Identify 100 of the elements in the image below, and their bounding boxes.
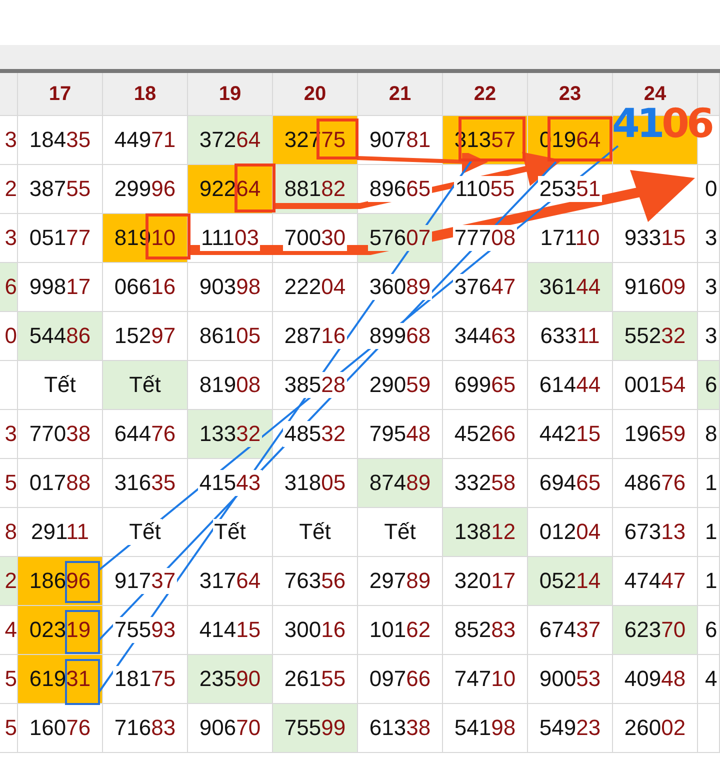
cell-digit: 5 xyxy=(4,666,17,692)
cell-digit: 0 xyxy=(4,323,17,349)
table-cell: 48676 xyxy=(613,459,698,508)
table-cell: 36144 xyxy=(528,263,613,312)
cell-digit: 8 xyxy=(4,519,17,545)
table-cell: 44215 xyxy=(528,410,613,459)
marker-frame xyxy=(65,610,100,654)
cell-digit: 2 xyxy=(4,176,17,202)
column-header: 20 xyxy=(273,73,358,116)
marker-frame xyxy=(234,164,276,212)
table-cell: 61338 xyxy=(358,704,443,753)
table-cell: 75593 xyxy=(103,606,188,655)
table-cell: 67437 xyxy=(528,606,613,655)
cell-digit: 2 xyxy=(4,568,17,594)
table-cell: 18696 xyxy=(18,557,103,606)
cell-digit: 6 xyxy=(704,617,718,643)
marker-frame xyxy=(65,561,100,603)
column-header: 17 xyxy=(18,73,103,116)
cell-digit: 3 xyxy=(4,127,17,153)
table-cell: 86105 xyxy=(188,312,273,361)
cell-digit: 8 xyxy=(704,421,718,447)
cell-digit: 0 xyxy=(704,176,718,202)
table-cell: 13332 xyxy=(188,410,273,459)
table-cell: 34463 xyxy=(443,312,528,361)
table-cell: 06616 xyxy=(103,263,188,312)
table-cell: Tết xyxy=(18,361,103,410)
cell-digit: 3 xyxy=(704,323,718,349)
table-cell: 79548 xyxy=(358,410,443,459)
cell-digit: 6 xyxy=(4,274,17,300)
table-cell: Tết xyxy=(103,361,188,410)
cell-digit: 1 xyxy=(704,519,718,545)
table-cell: 85283 xyxy=(443,606,528,655)
cell-digit: 3 xyxy=(704,274,718,300)
table-cell: 16076 xyxy=(18,704,103,753)
table-cell: 76356 xyxy=(273,557,358,606)
table-cell: 81908 xyxy=(188,361,273,410)
table-cell: 63311 xyxy=(528,312,613,361)
table-cell: 05214 xyxy=(528,557,613,606)
table-cell: 05177 xyxy=(18,214,103,263)
column-header: 22 xyxy=(443,73,528,116)
table-cell: 02319 xyxy=(18,606,103,655)
table-cell: 47447 xyxy=(613,557,698,606)
table-cell: 69465 xyxy=(528,459,613,508)
column-header: 19 xyxy=(188,73,273,116)
table-cell: 28716 xyxy=(273,312,358,361)
table-cell: 48532 xyxy=(273,410,358,459)
table-cell: 92264 xyxy=(188,165,273,214)
table-cell: 29059 xyxy=(358,361,443,410)
cell-digit: 1 xyxy=(704,470,718,496)
table-cell: 32017 xyxy=(443,557,528,606)
table-cell: 64476 xyxy=(103,410,188,459)
column-header: 23 xyxy=(528,73,613,116)
cell-digit: 1 xyxy=(704,568,718,594)
table-cell: 37647 xyxy=(443,263,528,312)
table-cell: 61931 xyxy=(18,655,103,704)
table-cell: 26002 xyxy=(613,704,698,753)
table-cell: 91609 xyxy=(613,263,698,312)
table-cell: 38755 xyxy=(18,165,103,214)
table-cell: 55232 xyxy=(613,312,698,361)
table-cell: 61444 xyxy=(528,361,613,410)
table-cell: 74710 xyxy=(443,655,528,704)
table-cell: 17110 xyxy=(528,214,613,263)
table-cell: Tết xyxy=(273,508,358,557)
table-cell: 01204 xyxy=(528,508,613,557)
table-cell: 67313 xyxy=(613,508,698,557)
table-cell: Tết xyxy=(188,508,273,557)
table-cell: 29789 xyxy=(358,557,443,606)
table-cell: 41415 xyxy=(188,606,273,655)
column-header: 18 xyxy=(103,73,188,116)
table-cell: 31764 xyxy=(188,557,273,606)
table-cell: 36089 xyxy=(358,263,443,312)
cell-digit: 5 xyxy=(4,715,17,741)
table-cell: 19659 xyxy=(613,410,698,459)
table-cell: 87489 xyxy=(358,459,443,508)
table-cell: 89665 xyxy=(358,165,443,214)
table-cell: 15297 xyxy=(103,312,188,361)
table-cell: 33258 xyxy=(443,459,528,508)
table-cell: 89968 xyxy=(358,312,443,361)
cell-digit: 3 xyxy=(4,225,17,251)
table-cell: 57607 xyxy=(358,214,443,263)
table-cell: 18175 xyxy=(103,655,188,704)
table-cell: 69965 xyxy=(443,361,528,410)
table-cell: 75599 xyxy=(273,704,358,753)
table-cell: 00154 xyxy=(613,361,698,410)
table-cell: 71683 xyxy=(103,704,188,753)
cell-digit: 3 xyxy=(704,225,718,251)
table-cell: 26155 xyxy=(273,655,358,704)
table-cell: 93315 xyxy=(613,214,698,263)
table-cell: 44971 xyxy=(103,116,188,165)
table-cell: 54923 xyxy=(528,704,613,753)
table-cell: 30016 xyxy=(273,606,358,655)
table-cell: 18435 xyxy=(18,116,103,165)
table-cell: 62370 xyxy=(613,606,698,655)
table-cell: 29111 xyxy=(18,508,103,557)
cell-digit: 4 xyxy=(704,666,718,692)
table-cell: 91737 xyxy=(103,557,188,606)
table-cell: 45266 xyxy=(443,410,528,459)
table-cell: 13812 xyxy=(443,508,528,557)
table-cell: 38528 xyxy=(273,361,358,410)
column-header: 21 xyxy=(358,73,443,116)
